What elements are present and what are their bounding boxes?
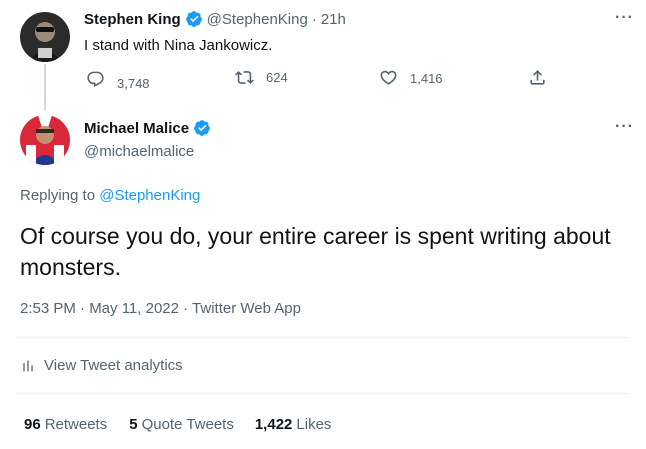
quote-tweets-label: Quote Tweets	[141, 416, 234, 433]
retweet-icon	[235, 71, 254, 84]
share-icon	[530, 70, 545, 85]
replying-to: Replying to @StephenKing	[20, 187, 200, 204]
quote-tweets-stat-link[interactable]: 5 Quote Tweets	[129, 416, 234, 433]
heart-icon	[380, 70, 397, 85]
retweets-label: Retweets	[44, 416, 108, 433]
reply-icon	[87, 71, 104, 88]
retweet-button[interactable]: 624	[235, 68, 288, 87]
likes-count: 1,422	[254, 416, 293, 433]
thread-connector-line	[44, 64, 46, 110]
like-button[interactable]: 1,416	[379, 68, 443, 87]
tweet-time-ago[interactable]: 21h	[321, 11, 346, 28]
verified-badge-icon	[185, 10, 203, 28]
share-button[interactable]	[528, 68, 559, 87]
author-name[interactable]: Stephen King	[84, 11, 181, 28]
divider	[16, 337, 630, 338]
reply-count: 3,748	[117, 76, 150, 91]
author-handle[interactable]: @StephenKing	[207, 11, 308, 28]
tweet-timestamp[interactable]: 2:53 PM · May 11, 2022 · Twitter Web App	[20, 300, 301, 317]
main-tweet-text: Of course you do, your entire career is …	[20, 223, 611, 280]
divider	[16, 393, 630, 394]
view-analytics-button[interactable]: View Tweet analytics	[20, 357, 183, 374]
verified-badge-icon	[193, 119, 211, 137]
analytics-icon	[23, 360, 33, 371]
retweets-stat-link[interactable]: 96 Retweets	[24, 416, 107, 433]
likes-label: Likes	[296, 416, 332, 433]
avatar-michael-malice[interactable]	[20, 115, 70, 165]
retweets-count: 96	[24, 416, 41, 433]
view-analytics-label: View Tweet analytics	[44, 357, 183, 374]
retweet-count: 624	[266, 70, 288, 85]
author-handle[interactable]: @michaelmalice	[84, 143, 194, 160]
replying-to-handle-link[interactable]: @StephenKing	[99, 187, 200, 204]
more-icon[interactable]: ···	[615, 118, 634, 136]
more-icon[interactable]: ···	[615, 9, 634, 27]
parent-tweet-text: I stand with Nina Jankowicz.	[84, 37, 273, 54]
avatar-stephen-king[interactable]	[20, 12, 70, 62]
reply-button[interactable]: 3,748	[86, 68, 150, 91]
dot-separator: ·	[311, 10, 317, 28]
quote-tweets-count: 5	[129, 416, 138, 433]
likes-stat-link[interactable]: 1,422 Likes	[255, 416, 332, 433]
author-name[interactable]: Michael Malice	[84, 120, 189, 137]
like-count: 1,416	[410, 70, 443, 86]
replying-to-prefix: Replying to	[20, 187, 96, 204]
